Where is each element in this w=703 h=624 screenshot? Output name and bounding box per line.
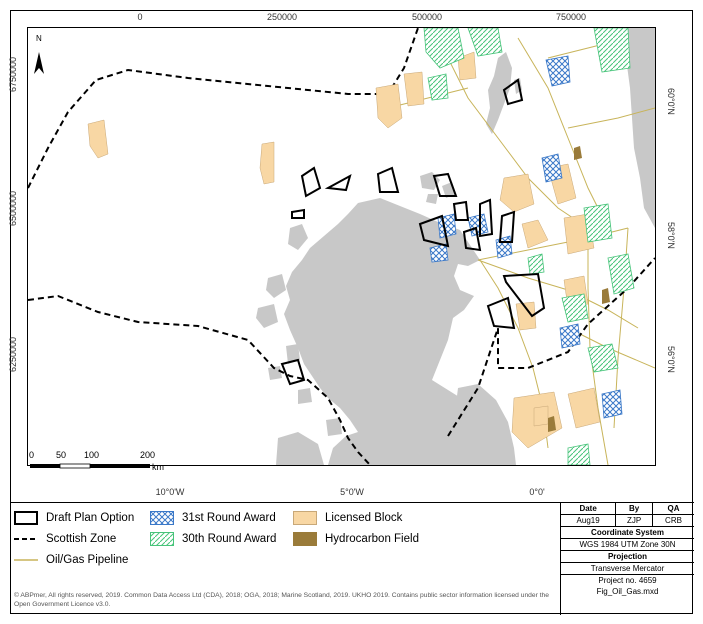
round31-swatch: [150, 511, 174, 525]
legend-label: Hydrocarbon Field: [325, 533, 419, 545]
scale-unit: km: [152, 462, 164, 472]
legend-draft-plan: Draft Plan Option: [14, 511, 134, 525]
north-arrow-icon: [34, 52, 44, 74]
legend-hydrocarbon: Hydrocarbon Field: [293, 532, 419, 546]
legend-round30: 30th Round Award: [150, 532, 276, 546]
coord-value: WGS 1984 UTM Zone 30N: [561, 538, 694, 551]
file-name: Fig_Oil_Gas.mxd: [596, 587, 659, 596]
legend: Draft Plan Option Scottish Zone Oil/Gas …: [10, 502, 560, 615]
draft-plan-swatch: [14, 511, 38, 525]
scale-label: 0: [29, 450, 35, 460]
copyright-text: © ABPmer, All rights reserved, 2019. Com…: [14, 592, 549, 608]
scottish-zone-swatch: [14, 538, 38, 540]
legend-label: Oil/Gas Pipeline: [46, 554, 129, 566]
legend-label: Draft Plan Option: [46, 512, 135, 524]
north-label: N: [36, 34, 42, 43]
qa-header: QA: [652, 503, 694, 515]
project-number: Project no. 4659: [598, 576, 657, 585]
scale-label: 100: [84, 450, 100, 460]
right-tick: 60°0'N: [666, 88, 676, 115]
bottom-tick: 0°0': [529, 487, 545, 497]
left-tick: 6750000: [8, 56, 18, 92]
right-tick: 56°0'N: [666, 346, 676, 373]
scale-bar: [30, 463, 150, 469]
legend-label: Scottish Zone: [46, 533, 117, 545]
left-tick: 6500000: [8, 190, 18, 226]
licensed-swatch: [293, 511, 317, 525]
top-tick: 250000: [266, 12, 298, 22]
top-tick: 500000: [411, 12, 443, 22]
date-header: Date: [561, 503, 617, 515]
legend-label: 31st Round Award: [182, 512, 276, 524]
round30-swatch: [150, 532, 174, 546]
info-box: Date By QA Aug19 ZJP CRB Coordinate Syst…: [560, 502, 694, 615]
right-tick: 58°0'N: [666, 222, 676, 249]
map-canvas: [28, 28, 655, 465]
map-panel[interactable]: [27, 27, 656, 466]
legend-round31: 31st Round Award: [150, 511, 276, 525]
date-value: Aug19: [561, 514, 617, 527]
bottom-tick: 5°0'W: [340, 487, 364, 497]
pipeline-swatch: [14, 559, 38, 561]
scale-label: 200: [140, 450, 156, 460]
legend-scottish-zone: Scottish Zone: [14, 532, 116, 546]
legend-label: 30th Round Award: [182, 533, 277, 545]
land-norway: [626, 28, 655, 228]
scale-label: 50: [56, 450, 67, 460]
proj-value: Transverse Mercator: [561, 562, 694, 575]
top-tick: 0: [137, 12, 143, 22]
bottom-tick: 10°0'W: [155, 487, 185, 497]
by-header: By: [615, 503, 653, 515]
hydrocarbon-swatch: [293, 532, 317, 546]
qa-value: CRB: [652, 514, 694, 527]
left-tick: 6250000: [8, 336, 18, 372]
proj-header: Projection: [561, 550, 694, 563]
coord-header: Coordinate System: [561, 526, 694, 539]
legend-licensed: Licensed Block: [293, 511, 402, 525]
by-value: ZJP: [615, 514, 653, 527]
info-table: Date By QA Aug19 ZJP CRB Coordinate Syst…: [561, 503, 694, 597]
legend-label: Licensed Block: [325, 512, 403, 524]
top-tick: 750000: [555, 12, 587, 22]
legend-pipeline: Oil/Gas Pipeline: [14, 553, 128, 567]
